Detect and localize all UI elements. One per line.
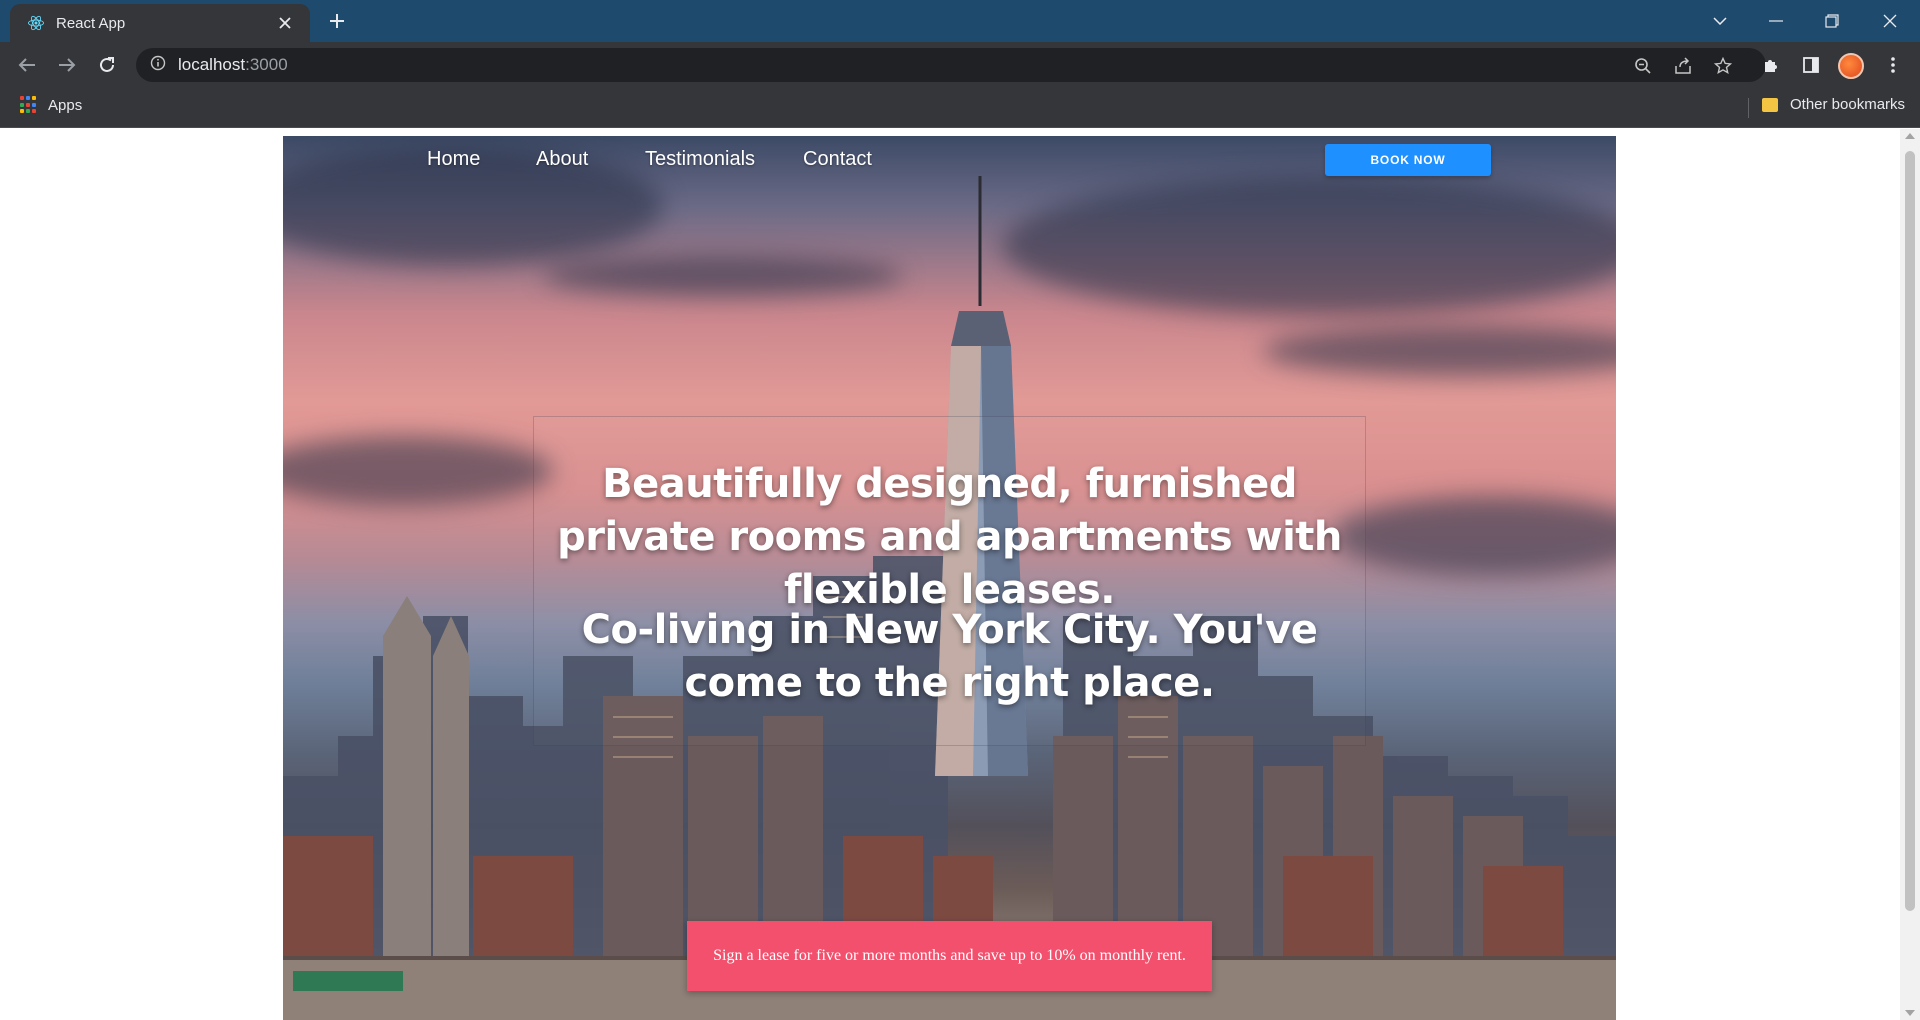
address-bar[interactable]: localhost:3000 (136, 48, 1766, 82)
forward-arrow-icon[interactable] (52, 50, 82, 80)
apps-grid-icon (20, 96, 38, 114)
tab-search-chevron-icon[interactable] (1700, 6, 1740, 36)
book-now-button[interactable]: BOOK NOW (1325, 144, 1491, 176)
bookmarks-bar: Apps Other bookmarks (0, 88, 1920, 128)
scroll-down-arrow-icon[interactable] (1905, 1010, 1915, 1016)
nav-link-testimonials[interactable]: Testimonials (645, 148, 755, 171)
nav-link-home[interactable]: Home (427, 148, 480, 171)
side-panel-icon[interactable] (1796, 50, 1826, 80)
browser-titlebar: React App (0, 0, 1920, 42)
site-info-icon[interactable] (150, 55, 166, 75)
tab-title: React App (56, 14, 126, 32)
share-icon[interactable] (1672, 55, 1694, 77)
hero-section: Home About Testimonials Contact BOOK NOW… (283, 136, 1616, 1020)
bookmark-apps[interactable]: Apps (20, 96, 82, 114)
page-viewport: Home About Testimonials Contact BOOK NOW… (0, 129, 1920, 1020)
bookmark-star-icon[interactable] (1712, 55, 1734, 77)
profile-avatar[interactable] (1838, 53, 1864, 79)
url-port: :3000 (245, 55, 288, 74)
browser-tab[interactable]: React App (10, 4, 310, 42)
close-window-icon[interactable] (1870, 6, 1910, 36)
scroll-up-arrow-icon[interactable] (1905, 133, 1915, 139)
folder-icon (1762, 97, 1778, 112)
menu-kebab-icon[interactable] (1878, 50, 1908, 80)
reload-icon[interactable] (92, 50, 122, 80)
url-host: localhost (178, 55, 246, 74)
restore-icon[interactable] (1812, 6, 1852, 36)
minimize-icon[interactable] (1756, 6, 1796, 36)
browser-toolbar: localhost:3000 (0, 42, 1920, 88)
new-tab-icon[interactable] (322, 8, 352, 36)
bookmarks-divider (1748, 98, 1749, 118)
extensions-puzzle-icon[interactable] (1756, 50, 1786, 80)
site-navbar: Home About Testimonials Contact BOOK NOW (283, 136, 1616, 184)
back-arrow-icon[interactable] (12, 50, 42, 80)
nav-link-contact[interactable]: Contact (803, 148, 872, 171)
scroll-thumb[interactable] (1905, 151, 1915, 911)
react-logo-icon (26, 13, 46, 33)
promo-text: Sign a lease for five or more months and… (713, 947, 1186, 964)
bookmark-apps-label: Apps (48, 96, 83, 114)
page-scrollbar[interactable] (1900, 129, 1920, 1020)
zoom-out-icon[interactable] (1632, 55, 1654, 77)
bookmark-other[interactable]: Other bookmarks (1762, 96, 1905, 113)
hero-heading-secondary: Co-living in New York City. You've come … (581, 607, 1318, 706)
close-tab-icon[interactable] (274, 12, 296, 34)
hero-heading-primary: Beautifully designed, furnished private … (557, 461, 1342, 613)
promo-banner: Sign a lease for five or more months and… (687, 921, 1212, 991)
bookmark-other-label: Other bookmarks (1790, 96, 1906, 113)
nav-link-about[interactable]: About (536, 148, 588, 171)
